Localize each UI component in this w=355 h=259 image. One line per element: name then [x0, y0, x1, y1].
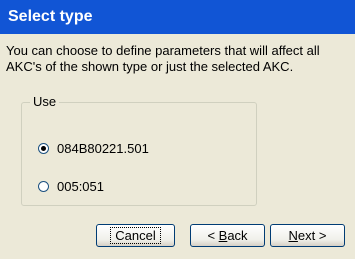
radio-button-checked[interactable] — [38, 143, 49, 154]
page-header: Select type — [0, 0, 355, 34]
radio-option-type[interactable]: 084B80221.501 — [38, 141, 149, 156]
back-label-rest: ack — [227, 228, 248, 243]
back-label: < Back — [207, 228, 247, 243]
use-groupbox: Use 084B80221.501 005:051 — [21, 94, 257, 206]
radio-label-selected-akc: 005:051 — [57, 179, 104, 194]
use-group-legend: Use — [30, 94, 60, 109]
back-arrow: < — [207, 228, 219, 243]
next-mnemonic: N — [288, 228, 298, 243]
next-label: Next > — [289, 228, 327, 243]
radio-label-type: 084B80221.501 — [57, 141, 149, 156]
next-button[interactable]: Next > — [270, 224, 345, 247]
cancel-button[interactable]: Cancel — [96, 224, 175, 247]
back-button[interactable]: < Back — [190, 224, 265, 247]
page-title: Select type — [8, 8, 93, 25]
cancel-label: Cancel — [110, 227, 161, 244]
description-text: You can choose to define parameters that… — [6, 43, 320, 74]
next-label-rest: ext > — [297, 228, 327, 243]
radio-option-selected-akc[interactable]: 005:051 — [38, 179, 104, 194]
radio-button-unchecked[interactable] — [38, 181, 49, 192]
